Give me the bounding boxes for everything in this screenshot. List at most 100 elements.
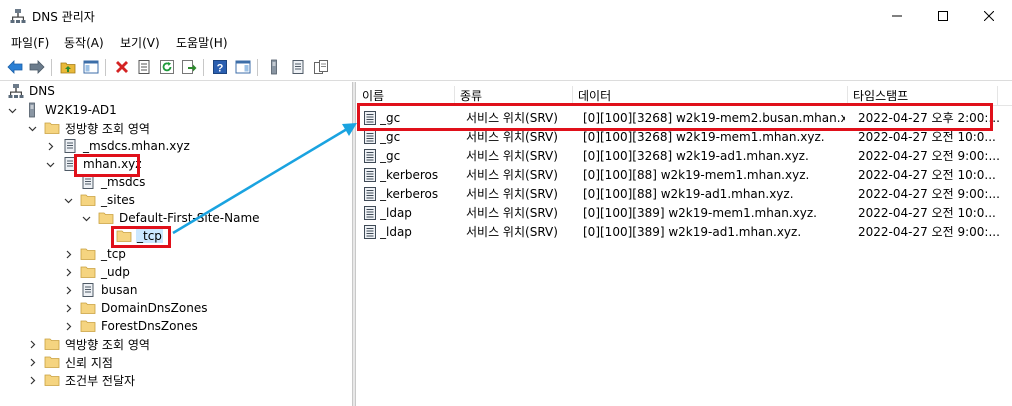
tree-node-default-site[interactable]: Default-First-Site-Name bbox=[80, 209, 261, 227]
tree-node-site-tcp[interactable]: _tcp bbox=[98, 227, 163, 245]
server-button[interactable] bbox=[264, 57, 284, 77]
folder-up-icon bbox=[60, 62, 76, 74]
minimize-button[interactable] bbox=[874, 0, 920, 31]
close-button[interactable] bbox=[966, 0, 1012, 31]
tree-node-domaindnszones[interactable]: DomainDnsZones bbox=[62, 299, 208, 317]
tree-label: _sites bbox=[101, 193, 135, 207]
tree-node-dns[interactable]: DNS bbox=[8, 82, 56, 100]
table-row[interactable]: _kerberos 서비스 위치(SRV) [0][100][88] w2k19-m… bbox=[357, 166, 1012, 185]
table-row[interactable]: _ldap 서비스 위치(SRV) [0][100][389] w2k19-mem1… bbox=[357, 204, 1012, 223]
window-title: DNS 관리자 bbox=[32, 10, 95, 24]
tree-label: W2K19-AD1 bbox=[45, 103, 117, 117]
svg-text:?: ? bbox=[217, 63, 224, 75]
menu-action[interactable]: 동작(A) bbox=[64, 34, 104, 51]
folder-icon bbox=[80, 264, 96, 280]
srv-record-icon bbox=[362, 224, 378, 243]
cell-timestamp: 2022-04-27 오전 10:0... bbox=[858, 206, 996, 220]
column-header-name[interactable]: 이름 bbox=[357, 86, 455, 106]
record-list: 이름 종류 데이터 타임스탬프 _gc 서비스 위치(SRV) [0][100][3… bbox=[357, 82, 1012, 406]
menu-help[interactable]: 도움말(H) bbox=[176, 34, 228, 51]
tree-label: _msdcs.mhan.xyz bbox=[83, 139, 190, 153]
tree-label: mhan.xyz bbox=[83, 157, 142, 171]
toolbar-separator bbox=[203, 59, 204, 76]
folder-icon bbox=[98, 210, 114, 226]
properties-button[interactable] bbox=[134, 57, 154, 77]
help-button[interactable]: ? bbox=[210, 57, 230, 77]
maximize-button[interactable] bbox=[920, 0, 966, 31]
cell-name: _kerberos bbox=[380, 168, 439, 182]
back-arrow-icon bbox=[7, 60, 23, 74]
tree-node-reverse-zones[interactable]: 역방향 조회 영역 bbox=[26, 335, 151, 353]
column-header-data[interactable]: 데이터 bbox=[573, 86, 848, 106]
chevron-right-icon[interactable] bbox=[26, 374, 38, 386]
tree-label: Default-First-Site-Name bbox=[119, 211, 260, 225]
tree-label: DomainDnsZones bbox=[101, 301, 208, 315]
table-row[interactable]: _kerberos 서비스 위치(SRV) [0][100][88] w2k19-a… bbox=[357, 185, 1012, 204]
up-one-level-button[interactable] bbox=[58, 57, 78, 77]
folder-icon bbox=[80, 246, 96, 262]
cell-type: 서비스 위치(SRV) bbox=[466, 111, 558, 125]
tree-node-server[interactable]: W2K19-AD1 bbox=[6, 101, 118, 119]
srv-record-icon bbox=[362, 167, 378, 186]
delete-button[interactable] bbox=[112, 57, 132, 77]
show-action-pane-button[interactable] bbox=[233, 57, 253, 77]
tree-label: _tcp bbox=[101, 247, 126, 261]
menu-file[interactable]: 파일(F) bbox=[11, 34, 49, 51]
chevron-down-icon[interactable] bbox=[80, 212, 92, 224]
folder-icon bbox=[80, 318, 96, 334]
forward-button[interactable] bbox=[27, 57, 47, 77]
chevron-down-icon[interactable] bbox=[44, 158, 56, 170]
zone-delegation-icon bbox=[80, 282, 96, 298]
chevron-right-icon[interactable] bbox=[62, 284, 74, 296]
tree-node-sites[interactable]: _sites bbox=[62, 191, 136, 209]
tree-node-forestdnszones[interactable]: ForestDnsZones bbox=[62, 317, 199, 335]
zone-icon bbox=[62, 156, 78, 172]
maximize-icon bbox=[938, 10, 948, 21]
chevron-down-icon[interactable] bbox=[62, 194, 74, 206]
chevron-right-icon[interactable] bbox=[62, 320, 74, 332]
pane-splitter[interactable] bbox=[352, 82, 356, 406]
cell-type: 서비스 위치(SRV) bbox=[466, 187, 558, 201]
chevron-down-icon[interactable] bbox=[26, 122, 38, 134]
refresh-button[interactable] bbox=[157, 57, 177, 77]
export-list-button[interactable] bbox=[179, 57, 199, 77]
cell-data: [0][100][3268] w2k19-mem2.busan.mhan.xyz… bbox=[583, 111, 845, 125]
table-row[interactable]: _ldap 서비스 위치(SRV) [0][100][389] w2k19-ad1.… bbox=[357, 223, 1012, 242]
back-button[interactable] bbox=[5, 57, 25, 77]
srv-record-icon bbox=[362, 186, 378, 205]
tree-node-trust-points[interactable]: 신뢰 지점 bbox=[26, 353, 114, 371]
tree-node-udp[interactable]: _udp bbox=[62, 263, 131, 281]
tree-node-msdcs[interactable]: _msdcs bbox=[62, 173, 146, 191]
record-button[interactable] bbox=[288, 57, 308, 77]
folder-icon bbox=[116, 228, 132, 244]
tree-node-conditional-forwarders[interactable]: 조건부 전달자 bbox=[26, 371, 136, 389]
cell-type: 서비스 위치(SRV) bbox=[466, 225, 558, 239]
chevron-right-icon[interactable] bbox=[62, 266, 74, 278]
cell-timestamp: 2022-04-27 오후 2:00:... bbox=[858, 111, 1000, 125]
table-row[interactable]: _gc 서비스 위치(SRV) [0][100][3268] w2k19-mem2.… bbox=[357, 109, 1012, 128]
menu-view[interactable]: 보기(V) bbox=[120, 34, 160, 51]
tree-node-forward-zones[interactable]: 정방향 조회 영역 bbox=[26, 119, 151, 137]
tree-node-busan[interactable]: busan bbox=[62, 281, 138, 299]
show-hide-console-tree-button[interactable] bbox=[81, 57, 101, 77]
server-icon bbox=[24, 102, 40, 118]
tree-node-mhan-zone[interactable]: mhan.xyz bbox=[44, 155, 143, 173]
chevron-right-icon[interactable] bbox=[26, 356, 38, 368]
chevron-right-icon[interactable] bbox=[26, 338, 38, 350]
chevron-right-icon[interactable] bbox=[62, 248, 74, 260]
toolbar-separator bbox=[257, 59, 258, 76]
cell-name: _gc bbox=[380, 130, 401, 144]
tree-node-msdcs-zone[interactable]: _msdcs.mhan.xyz bbox=[44, 137, 191, 155]
chevron-right-icon[interactable] bbox=[44, 140, 56, 152]
menu-bar: 파일(F) 동작(A) 보기(V) 도움말(H) bbox=[0, 31, 1012, 53]
table-row[interactable]: _gc 서비스 위치(SRV) [0][100][3268] w2k19-mem1.… bbox=[357, 128, 1012, 147]
tree-node-tcp[interactable]: _tcp bbox=[62, 245, 127, 263]
record-document-icon bbox=[292, 60, 304, 74]
chevron-right-icon[interactable] bbox=[62, 302, 74, 314]
column-header-timestamp[interactable]: 타임스탬프 bbox=[848, 86, 998, 106]
refresh-icon bbox=[160, 60, 174, 74]
chevron-down-icon[interactable] bbox=[6, 104, 18, 116]
table-row[interactable]: _gc 서비스 위치(SRV) [0][100][3268] w2k19-ad1.m… bbox=[357, 147, 1012, 166]
copy-record-button[interactable] bbox=[311, 57, 331, 77]
column-header-type[interactable]: 종류 bbox=[455, 86, 573, 106]
